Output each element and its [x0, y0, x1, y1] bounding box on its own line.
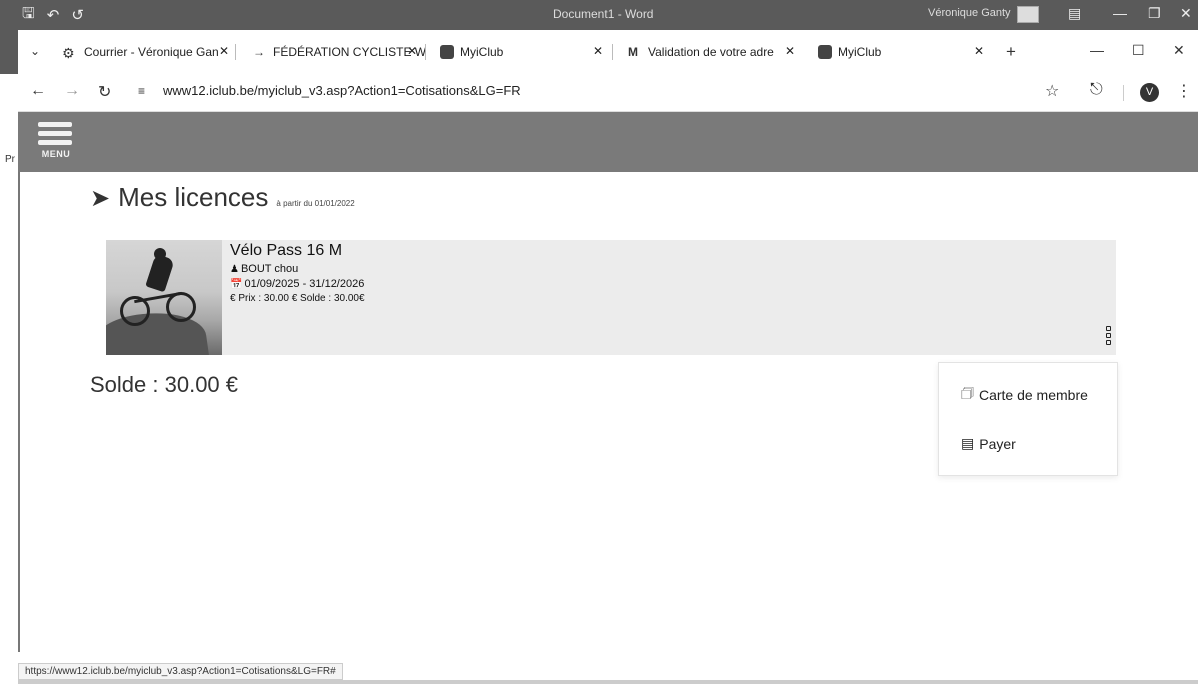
page-title: ➤ Mes licences à partir du 01/01/2022 — [90, 182, 355, 213]
browser-address-row: ← → ↻ ≡ www12.iclub.be/myiclub_v3.asp?Ac… — [18, 74, 1198, 112]
forward-arrow-icon[interactable]: → — [64, 82, 80, 100]
tab-separator — [235, 44, 236, 60]
tab-federation[interactable]: → FÉDÉRATION CYCLISTE W — [253, 40, 426, 64]
arrow-icon: → — [253, 45, 265, 59]
tab-close-icon[interactable]: ✕ — [593, 44, 603, 58]
word-document-title: Document1 - Word — [553, 7, 654, 21]
site-settings-icon[interactable]: ≡ — [138, 84, 145, 98]
menu-button[interactable]: MENU — [38, 122, 74, 164]
word-quick-access-toolbar: 🖫 ↶ ↺ — [0, 3, 84, 28]
member-name: BOUT chou — [240, 263, 299, 275]
card-options-menu: 🗇 Carte de membre ▤ Payer — [938, 362, 1118, 476]
license-period: 📅 01/09/2025 - 31/12/2026 — [230, 278, 365, 290]
word-restore-icon[interactable]: ❐ — [1148, 5, 1161, 22]
solde-total: Solde : 30.00 € — [90, 372, 239, 397]
redo-icon[interactable]: ↺ — [71, 6, 84, 24]
profile-avatar[interactable]: V — [1140, 83, 1159, 102]
tab-myiclub-1[interactable]: MyiClub — [440, 40, 503, 64]
kebab-dot — [1106, 340, 1111, 345]
carte-de-membre-item[interactable]: 🗇 Carte de membre — [961, 383, 1088, 407]
back-arrow-icon[interactable]: ← — [30, 82, 46, 100]
word-user-name: Véronique Ganty — [928, 7, 1011, 19]
new-tab-plus-icon[interactable]: + — [1006, 42, 1016, 62]
page-subtitle: à partir du 01/01/2022 — [276, 199, 355, 208]
tab-close-icon[interactable]: ✕ — [407, 44, 417, 58]
period-text: 01/09/2025 - 31/12/2026 — [244, 278, 365, 290]
id-card-icon: 🗇 — [961, 385, 974, 401]
license-price: € Prix : 30.00 € Solde : 30.00€ — [230, 293, 365, 304]
tab-close-icon[interactable]: ✕ — [219, 44, 229, 58]
tab-search-chevron-icon[interactable]: ⌄ — [30, 44, 40, 58]
tab-label: MyiClub — [838, 45, 882, 59]
maximize-icon[interactable]: ☐ — [1132, 42, 1145, 59]
calendar-icon: 📅 — [230, 279, 243, 290]
gear-icon: ⚙ — [62, 45, 75, 61]
carte-label: Carte de membre — [978, 387, 1088, 403]
tab-close-icon[interactable]: ✕ — [785, 44, 795, 58]
tab-courrier[interactable]: ⚙ Courrier - Véronique Gan — [62, 40, 219, 64]
kebab-dot — [1106, 326, 1111, 331]
reload-icon[interactable]: ↻ — [98, 82, 111, 102]
myiclub-icon — [818, 45, 832, 59]
tab-separator — [425, 44, 426, 60]
undo-icon[interactable]: ↶ — [47, 6, 60, 24]
address-input[interactable]: www12.iclub.be/myiclub_v3.asp?Action1=Co… — [163, 83, 521, 98]
hamburger-bar — [38, 131, 72, 136]
close-window-icon[interactable]: ✕ — [1173, 42, 1185, 59]
word-minimize-icon[interactable]: — — [1113, 5, 1127, 21]
payer-item[interactable]: ▤ Payer — [961, 435, 1016, 452]
credit-card-icon: ▤ — [961, 435, 975, 451]
extensions-icon[interactable]: ⎋ — [1090, 81, 1103, 99]
myiclub-icon — [440, 45, 454, 59]
tab-separator — [612, 44, 613, 60]
status-url-tooltip: https://www12.iclub.be/myiclub_v3.asp?Ac… — [18, 663, 343, 680]
tab-label: Validation de votre adre — [648, 45, 774, 59]
site-header: MENU — [18, 112, 1198, 172]
tab-myiclub-active[interactable]: MyiClub — [818, 40, 881, 64]
tags-icon: ➤ — [90, 185, 111, 212]
menu-label: MENU — [41, 149, 71, 159]
browser-tab-strip: ⌄ ⚙ Courrier - Véronique Gan ✕ → FÉDÉRAT… — [18, 30, 1198, 74]
license-member: ♟ BOUT chou — [230, 263, 365, 275]
more-menu-icon[interactable]: ⋮ — [1176, 81, 1192, 101]
tab-label: FÉDÉRATION CYCLISTE W — [273, 45, 427, 59]
word-title-bar: 🖫 ↶ ↺ Document1 - Word Véronique Ganty ▤… — [0, 0, 1198, 30]
word-user-avatar — [1017, 6, 1039, 23]
hamburger-icon — [38, 122, 72, 127]
tab-label: MyiClub — [460, 45, 504, 59]
cyclist-photo — [106, 240, 222, 355]
page-heading: Mes licences — [118, 182, 269, 212]
payer-label: Payer — [979, 435, 1016, 452]
license-info: Vélo Pass 16 M ♟ BOUT chou 📅 01/09/2025 - … — [230, 240, 365, 304]
hamburger-bar — [38, 140, 72, 145]
photo-head — [154, 248, 166, 260]
license-name: Vélo Pass 16 M — [230, 242, 343, 259]
tab-label: Courrier - Véronique Gan — [84, 45, 219, 59]
card-options-icon[interactable] — [1106, 326, 1112, 347]
license-card: Vélo Pass 16 M ♟ BOUT chou 📅 01/09/2025 - … — [106, 240, 1116, 355]
tab-close-icon[interactable]: ✕ — [974, 44, 984, 58]
ribbon-display-icon[interactable]: ▤ — [1068, 5, 1081, 22]
kebab-dot — [1106, 333, 1111, 338]
tab-validation[interactable]: M Validation de votre adre — [628, 40, 774, 64]
user-icon: ♟ — [230, 264, 239, 275]
minimize-icon[interactable]: — — [1090, 42, 1104, 58]
taskbar-strip — [18, 680, 1198, 684]
save-icon[interactable]: 🖫 — [22, 3, 35, 28]
bookmark-star-icon[interactable]: ☆ — [1045, 81, 1059, 101]
background-window-edge — [0, 30, 18, 74]
word-close-icon[interactable]: ✕ — [1180, 5, 1192, 22]
background-text: Pr — [5, 154, 15, 165]
toolbar-separator — [1123, 85, 1124, 101]
gmail-icon: M — [628, 45, 638, 59]
